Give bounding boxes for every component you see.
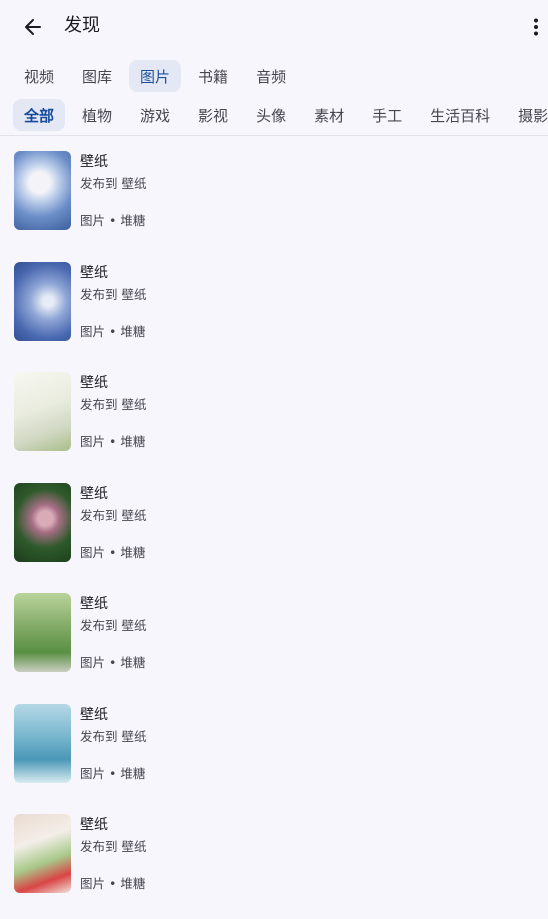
primary-tabs: 视频 图库 图片 书籍 音频 (13, 60, 297, 92)
item-subtitle: 发布到 壁纸 (80, 397, 147, 412)
item-subtitle: 发布到 壁纸 (80, 618, 147, 633)
item-source: 图片 • 堆糖 (80, 323, 146, 339)
item-source: 图片 • 堆糖 (80, 876, 146, 891)
item-source: 图片 • 堆糖 (80, 544, 146, 560)
tab-videos[interactable]: 视频 (13, 60, 65, 92)
wallpaper-thumbnail[interactable] (14, 151, 71, 230)
category-tab-avatars[interactable]: 头像 (245, 99, 297, 131)
item-subtitle: 发布到 壁纸 (80, 728, 147, 744)
tab-pictures[interactable]: 图片 (129, 60, 182, 92)
item-title: 壁纸 (80, 596, 108, 612)
feed-item[interactable]: 壁纸 发布到 壁纸 图片 • 堆糖 (0, 477, 548, 588)
item-subtitle: 发布到 壁纸 (80, 507, 147, 523)
wallpaper-thumbnail[interactable] (14, 703, 71, 783)
category-tab-handcraft[interactable]: 手工 (361, 99, 413, 131)
back-button[interactable] (16, 10, 50, 44)
more-options-button[interactable] (528, 10, 544, 44)
item-title: 壁纸 (80, 817, 108, 833)
wallpaper-thumbnail[interactable] (14, 261, 71, 341)
more-vertical-icon (534, 18, 538, 36)
category-tab-plants[interactable]: 植物 (71, 99, 123, 131)
item-source: 图片 • 堆糖 (80, 213, 146, 228)
item-title: 壁纸 (80, 264, 108, 281)
item-title: 壁纸 (80, 154, 108, 170)
feed-item[interactable]: 壁纸 发布到 壁纸 图片 • 堆糖 (0, 587, 548, 698)
wallpaper-thumbnail[interactable] (14, 814, 71, 893)
item-source: 图片 • 堆糖 (80, 765, 146, 781)
feed-item[interactable]: 壁纸 发布到 壁纸 图片 • 堆糖 (0, 145, 548, 256)
app-bar: 发现 (0, 0, 548, 54)
tab-books[interactable]: 书籍 (187, 60, 239, 92)
feed-item[interactable]: 壁纸 发布到 壁纸 图片 • 堆糖 (0, 366, 548, 477)
tab-gallery[interactable]: 图库 (71, 60, 123, 92)
item-title: 壁纸 (80, 375, 108, 391)
arrow-left-icon (25, 19, 41, 35)
wallpaper-thumbnail[interactable] (14, 593, 71, 672)
category-tab-photography[interactable]: 摄影 (507, 99, 548, 131)
item-source: 图片 • 堆糖 (80, 655, 146, 670)
feed-list: 壁纸 发布到 壁纸 图片 • 堆糖 壁纸 发布到 壁纸 图片 • 堆糖 壁纸 发… (0, 145, 548, 919)
feed-item[interactable]: 壁纸 发布到 壁纸 图片 • 堆糖 (0, 698, 548, 809)
category-tab-life-tips[interactable]: 生活百科 (419, 99, 501, 131)
category-tab-all[interactable]: 全部 (13, 99, 66, 131)
item-source: 图片 • 堆糖 (80, 434, 146, 449)
item-subtitle: 发布到 壁纸 (80, 286, 147, 302)
category-tab-film[interactable]: 影视 (187, 99, 239, 131)
item-subtitle: 发布到 壁纸 (80, 839, 147, 854)
tabs-divider (0, 135, 548, 136)
item-title: 壁纸 (80, 706, 108, 723)
tab-audio[interactable]: 音频 (245, 60, 297, 92)
category-tab-materials[interactable]: 素材 (303, 99, 355, 131)
feed-item[interactable]: 壁纸 发布到 壁纸 图片 • 堆糖 (0, 808, 548, 919)
feed-item[interactable]: 壁纸 发布到 壁纸 图片 • 堆糖 (0, 256, 548, 367)
wallpaper-thumbnail[interactable] (14, 482, 71, 562)
category-tabs: 全部 植物 游戏 影视 头像 素材 手工 生活百科 摄影 (13, 99, 548, 131)
page-title: 发现 (64, 15, 100, 36)
wallpaper-thumbnail[interactable] (14, 372, 71, 451)
category-tab-games[interactable]: 游戏 (129, 99, 181, 131)
item-subtitle: 发布到 壁纸 (80, 176, 147, 191)
item-title: 壁纸 (80, 485, 108, 502)
